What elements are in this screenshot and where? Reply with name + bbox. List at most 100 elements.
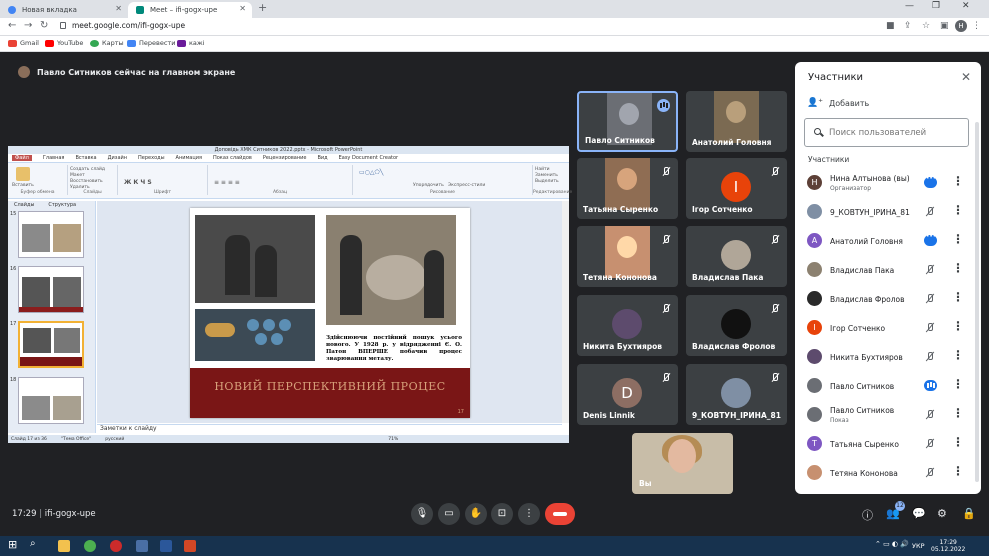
participant-tile[interactable]: Татьяна Сыренко [577,158,678,219]
avatar: Н [807,175,822,190]
participant-tile[interactable]: Тетяна Кононова [577,226,678,287]
kebab-icon[interactable]: ⋮ [952,203,964,217]
lock-icon[interactable] [60,22,66,29]
activities-icon[interactable]: ⚙ [937,507,947,520]
url-field[interactable]: meet.google.com/ifi-gogx-upe [72,21,185,30]
reload-icon[interactable]: ↻ [40,20,48,31]
self-view[interactable]: Вы [632,433,733,494]
share-icon[interactable]: ⇪ [904,21,912,31]
app-icon[interactable] [136,540,148,552]
participant-row[interactable]: А Анатолий Головня ⋮ [795,226,981,255]
mic-off-icon[interactable] [925,439,935,449]
tab-new-tab[interactable]: Новая вкладка ✕ [0,2,128,18]
chat-icon[interactable]: 💬 [912,507,926,520]
bookmark-gmail[interactable]: Gmail [8,39,39,47]
more-options-icon[interactable] [924,232,937,246]
language-indicator[interactable]: УКР [912,542,925,550]
sidepanel-icon[interactable]: ▣ [940,21,949,31]
raise-hand-button[interactable]: ✋ [465,503,487,525]
mic-off-icon[interactable] [925,207,935,217]
participant-tile[interactable]: Анатолий Головня [686,91,787,152]
close-window-button[interactable]: ✕ [962,1,970,11]
forward-icon[interactable]: → [24,20,32,31]
mic-off-icon[interactable] [925,468,935,478]
participant-tile[interactable]: Владислав Фролов [686,295,787,356]
participant-tile[interactable]: Никита Бухтияров [577,295,678,356]
camera-icon[interactable]: ■ [886,21,895,31]
minimize-button[interactable]: — [905,1,914,11]
host-controls-icon[interactable]: 🔒 [962,507,976,520]
camera-button[interactable]: ▭ [438,503,460,525]
more-options-button[interactable]: ⋮ [518,503,540,525]
kebab-icon[interactable]: ⋮ [952,348,964,362]
kebab-icon[interactable]: ⋮ [952,406,964,420]
end-call-button[interactable] [545,503,575,525]
mic-off-icon[interactable] [925,294,935,304]
search-people-input[interactable] [804,118,969,147]
participant-tile[interactable]: Владислав Пака [686,226,787,287]
present-icon: ⊡ [497,508,507,519]
kebab-icon[interactable]: ⋮ [952,435,964,449]
mic-off-icon[interactable] [925,265,935,275]
new-tab-button[interactable]: + [258,1,267,14]
participant-tile[interactable]: D Denis Linnik [577,364,678,425]
kebab-icon[interactable]: ⋮ [952,232,964,246]
participant-row[interactable]: Т Татьяна Сыренко ⋮ [795,429,981,458]
mic-off-icon[interactable] [925,323,935,333]
bookmark-youtube[interactable]: YouTube [45,39,83,47]
more-options-icon[interactable] [924,174,937,188]
participant-tile[interactable]: 9_КОВТУН_ІРИНА_81 [686,364,787,425]
opera-icon[interactable] [110,540,122,552]
powerpoint-icon[interactable] [184,540,196,552]
system-clock[interactable]: 17:29 05.12.2022 [931,539,965,553]
search-icon[interactable]: ⌕ [30,538,42,550]
bookmark-maps[interactable]: Карты [90,39,124,47]
ppt-title: Доповідь ХМК Ситников 2022.pptx - Micros… [8,146,569,154]
people-count-badge: 12 [895,501,905,511]
panel-scrollbar[interactable] [975,122,979,482]
windows-start-icon[interactable]: ⊞ [8,538,20,551]
menu-icon[interactable]: ⋮ [972,21,981,31]
tab-meet[interactable]: Meet – ifi-gogx-upe ✕ [128,2,252,18]
chrome-icon[interactable] [84,540,96,552]
mic-off-icon[interactable] [925,352,935,362]
tray-icons[interactable]: ⌃ ▭ ◐ 🔊 [875,540,909,548]
participant-row[interactable]: Н Нина Алтынова (вы) Организатор ⋮ [795,168,981,197]
slide-title: НОВИЙ ПЕРСПЕКТИВНИЙ ПРОЦЕС [214,380,446,393]
tile-speaker[interactable]: Павло Ситников [577,91,678,152]
close-tab-icon[interactable]: ✕ [115,4,122,13]
profile-avatar[interactable]: H [955,20,967,32]
explorer-icon[interactable] [58,540,70,552]
kebab-icon[interactable]: ⋮ [952,290,964,304]
participant-tile[interactable]: І Ігор Сотченко [686,158,787,219]
add-people-button[interactable]: 👤⁺ Добавить [807,98,869,108]
mic-button[interactable]: 🎙 [411,503,433,525]
participant-row[interactable]: Тетяна Кононова ⋮ [795,458,981,487]
present-button[interactable]: ⊡ [491,503,513,525]
kebab-icon[interactable]: ⋮ [952,377,964,391]
info-icon[interactable]: ⓘ [862,507,873,523]
kebab-icon[interactable]: ⋮ [952,319,964,333]
maximize-button[interactable]: ❐ [932,1,940,11]
participant-row[interactable]: Никита Бухтияров ⋮ [795,342,981,371]
kebab-icon[interactable]: ⋮ [952,174,964,188]
ppt-menu-transitions: Переходы [138,155,165,161]
participant-row[interactable]: Павло Ситников ⋮ [795,371,981,400]
bookmark-translate[interactable]: Перевести [127,39,175,47]
participant-row[interactable]: Павло Ситников Показ ⋮ [795,400,981,429]
participant-row[interactable]: Владислав Пака ⋮ [795,255,981,284]
slide-thumbnails: Слайды Структура 15 16 17 18 [8,201,96,433]
close-tab-icon[interactable]: ✕ [239,4,246,13]
back-icon[interactable]: ← [8,20,16,31]
word-icon[interactable] [160,540,172,552]
kebab-icon[interactable]: ⋮ [952,261,964,275]
participant-row[interactable]: Владислав Фролов ⋮ [795,284,981,313]
star-icon[interactable]: ☆ [922,21,930,31]
close-panel-icon[interactable]: ✕ [961,70,971,84]
bookmark-kazhi[interactable]: кажі [177,39,205,47]
kebab-icon[interactable]: ⋮ [952,464,964,478]
participant-row[interactable]: І Ігор Сотченко ⋮ [795,313,981,342]
mic-off-icon[interactable] [925,410,935,420]
participant-row[interactable]: 9_КОВТУН_ІРИНА_81 ⋮ [795,197,981,226]
speaking-icon[interactable] [924,380,937,391]
